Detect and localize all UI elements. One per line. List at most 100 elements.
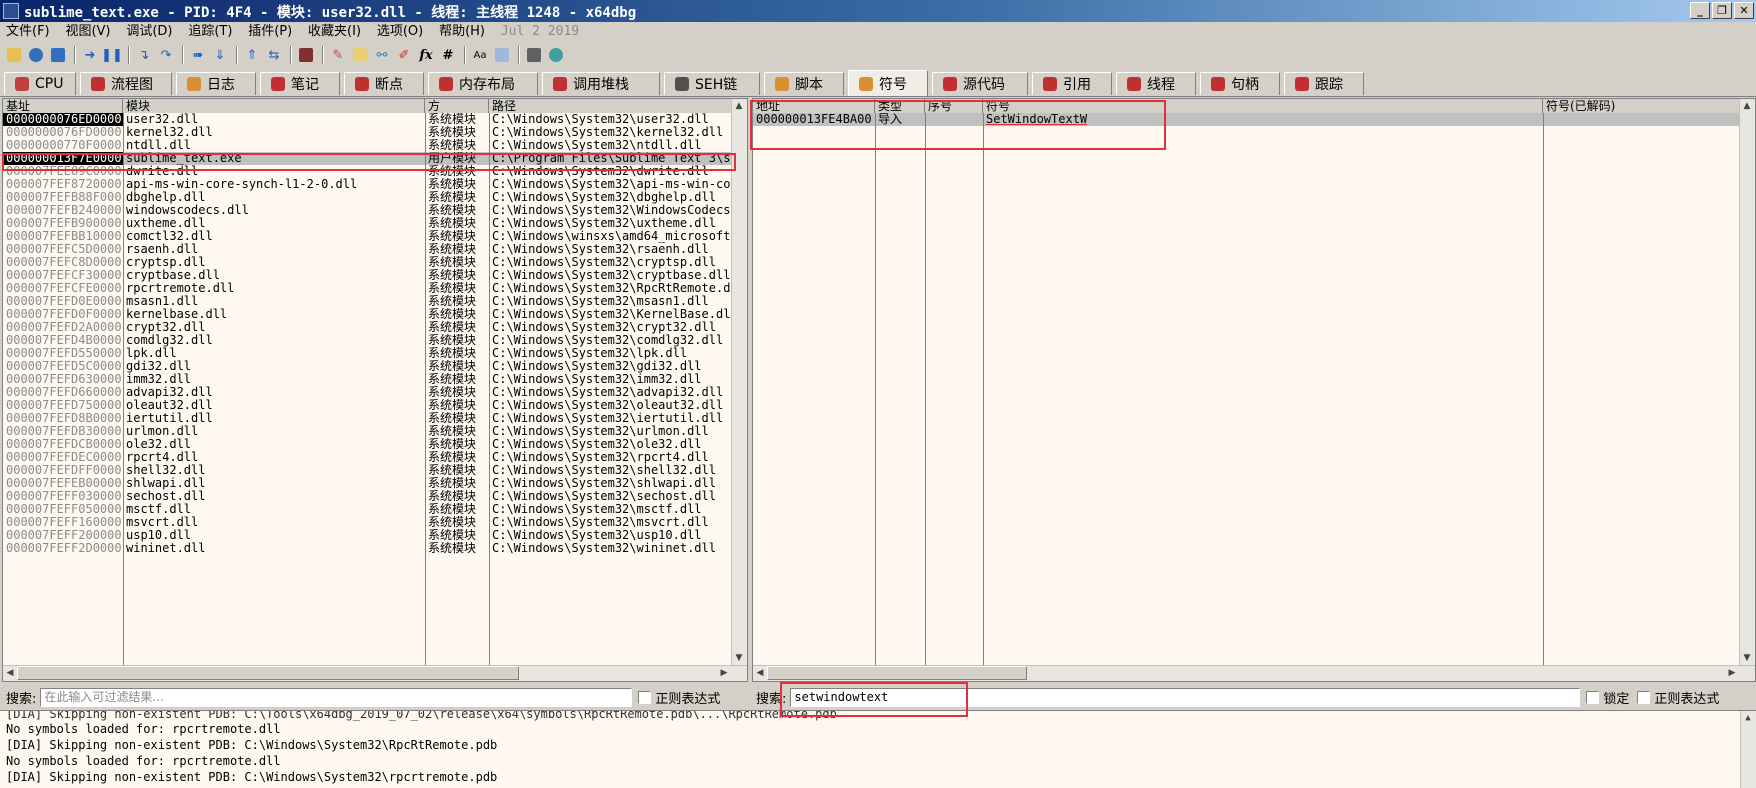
calculator-icon[interactable] xyxy=(524,45,544,65)
close-button[interactable]: ✕ xyxy=(1734,2,1754,19)
col-path[interactable]: 路径 xyxy=(489,99,733,113)
table-row[interactable]: 000000013F7E0000 sublime_text.exe 用户模块 C:\P… xyxy=(3,152,733,165)
table-row[interactable]: 000007FEFDB30000 urlmon.dll 系统模块 C:\Windows… xyxy=(3,425,731,438)
table-row[interactable]: 000007FEFD660000 advapi32.dll 系统模块 C:\Windo… xyxy=(3,386,731,399)
scroll-down-icon[interactable]: ▼ xyxy=(1740,651,1754,665)
table-row[interactable]: 000007FEFD8B0000 iertutil.dll 系统模块 C:\Windo… xyxy=(3,412,731,425)
regex-checkbox[interactable] xyxy=(638,690,652,704)
table-row[interactable]: 000007FEFD2A0000 crypt32.dll 系统模块 C:\Window… xyxy=(3,321,731,334)
table-row[interactable]: 000007FEFF030000 sechost.dll 系统模块 C:\Window… xyxy=(3,490,731,503)
tab-breakpoints[interactable]: 断点 xyxy=(344,72,424,95)
table-row[interactable]: 000007FEFDFF0000 shell32.dll 系统模块 C:\Window… xyxy=(3,464,731,477)
menu-file[interactable]: 文件(F) xyxy=(0,22,56,42)
symbols-vscroll[interactable]: ▲ ▼ xyxy=(1739,99,1755,665)
symbols-hscroll[interactable]: ◀ ▶ xyxy=(753,665,1755,681)
table-row[interactable]: 000007FEFB240000 windowscodecs.dll 系统模块 C:\… xyxy=(3,204,733,217)
restore-button[interactable]: ❐ xyxy=(1712,2,1732,19)
modules-search-input[interactable]: 在此输入可过滤结果... xyxy=(40,687,633,707)
scroll-thumb[interactable] xyxy=(17,666,519,680)
table-row[interactable]: 000007FEFDCB0000 ole32.dll 系统模块 C:\Windows\… xyxy=(3,438,731,451)
tab-trace[interactable]: 跟踪 xyxy=(1284,72,1364,95)
tab-references[interactable]: 引用 xyxy=(1032,72,1112,95)
scroll-up-icon[interactable]: ▲ xyxy=(732,99,746,113)
comment-icon[interactable]: ✎ xyxy=(328,45,348,65)
minimize-button[interactable]: _ xyxy=(1690,2,1710,19)
menu-help[interactable]: 帮助(H) xyxy=(433,22,491,42)
step-over-icon[interactable]: ↷ xyxy=(156,45,176,65)
col-address[interactable]: 地址 xyxy=(753,99,875,113)
table-row[interactable]: 000007FEFD630000 imm32.dll 系统模块 C:\Windows\… xyxy=(3,373,731,386)
table-row[interactable]: 000007FEFF160000 msvcrt.dll 系统模块 C:\Windows… xyxy=(3,516,731,529)
execute-till-return-icon[interactable]: ⇑ xyxy=(242,45,262,65)
scroll-up-icon[interactable]: ▲ xyxy=(1740,99,1754,113)
table-row[interactable]: 000007FEFDEC0000 rpcrt4.dll 系统模块 C:\Windows… xyxy=(3,451,731,464)
table-row[interactable]: 000007FEFF050000 msctf.dll 系统模块 C:\Windows\… xyxy=(3,503,731,516)
table-row[interactable]: 00000000770F0000 ntdll.dll 系统模块 C:\Windows\… xyxy=(3,139,731,152)
table-row[interactable]: 000007FEF8720000 api-ms-win-core-synch-l1… xyxy=(3,178,733,191)
strings-icon[interactable]: Aa xyxy=(470,45,490,65)
scylla-icon[interactable] xyxy=(296,45,316,65)
scroll-down-icon[interactable]: ▼ xyxy=(732,651,746,665)
tab-handles[interactable]: 句柄 xyxy=(1200,72,1280,95)
table-row[interactable]: 0000000076ED0000 user32.dll 系统模块 C:\Windows… xyxy=(3,113,731,126)
table-row[interactable]: 000007FEFD5C0000 gdi32.dll 系统模块 C:\Windows\… xyxy=(3,360,731,373)
table-row[interactable]: 000007FEFCF30000 cryptbase.dll 系统模块 C:\Wind… xyxy=(3,269,731,282)
table-row[interactable]: 0000000076FD0000 kernel32.dll 系统模块 C:\Windo… xyxy=(3,126,731,139)
run-to-user-code-icon[interactable]: ⇆ xyxy=(264,45,284,65)
scroll-left-icon[interactable]: ◀ xyxy=(3,666,17,680)
trace-into-icon[interactable]: ➠ xyxy=(188,45,208,65)
menu-debug[interactable]: 调试(D) xyxy=(120,22,178,42)
log-vscroll[interactable]: ▲ xyxy=(1740,711,1756,788)
menu-options[interactable]: 选项(O) xyxy=(371,22,429,42)
symbols-search-input[interactable]: setwindowtext xyxy=(790,687,1581,707)
table-row[interactable]: 000007FEFEB00000 shlwapi.dll 系统模块 C:\Window… xyxy=(3,477,731,490)
col-symbol-decoded[interactable]: 符号(已解码) xyxy=(1543,99,1741,113)
scroll-left-icon[interactable]: ◀ xyxy=(753,666,767,680)
table-row[interactable]: 000007FEFD550000 lpk.dll 系统模块 C:\Windows\Sy… xyxy=(3,347,731,360)
table-row[interactable]: 000007FEFF2D0000 wininet.dll 系统模块 C:\Window… xyxy=(3,542,731,555)
table-row[interactable]: 000007FEFD0E0000 msasn1.dll 系统模块 C:\Windows… xyxy=(3,295,731,308)
tab-source[interactable]: 源代码 xyxy=(932,72,1028,95)
table-row[interactable]: 000007FEFF200000 usp10.dll 系统模块 C:\Windows\… xyxy=(3,529,731,542)
tab-memory-map[interactable]: 内存布局 xyxy=(428,72,538,95)
hash-icon[interactable]: # xyxy=(438,45,458,65)
globe-icon[interactable] xyxy=(546,45,566,65)
col-base[interactable]: 基址 xyxy=(3,99,123,113)
menu-view[interactable]: 视图(V) xyxy=(59,22,116,42)
scroll-up-icon[interactable]: ▲ xyxy=(1741,711,1755,725)
highlight-icon[interactable]: ✐ xyxy=(394,45,414,65)
patch-icon[interactable] xyxy=(492,45,512,65)
table-row[interactable]: 000007FEE89C0000 dwrite.dll 系统模块 C:\Windows… xyxy=(3,165,731,178)
bookmark-icon[interactable]: ⚯ xyxy=(372,45,392,65)
tab-script[interactable]: 脚本 xyxy=(764,72,844,95)
col-module[interactable]: 模块 xyxy=(123,99,425,113)
modules-hscroll[interactable]: ◀ ▶ xyxy=(3,665,747,681)
table-row[interactable]: 000007FEFC8D0000 cryptsp.dll 系统模块 C:\Window… xyxy=(3,256,731,269)
tab-threads[interactable]: 线程 xyxy=(1116,72,1196,95)
scroll-right-icon[interactable]: ▶ xyxy=(1725,666,1739,680)
table-row[interactable]: 000007FEFB900000 uxtheme.dll 系统模块 C:\Window… xyxy=(3,217,731,230)
col-party[interactable]: 方 xyxy=(425,99,489,113)
trace-over-icon[interactable]: ⇓ xyxy=(210,45,230,65)
stop-icon[interactable] xyxy=(48,45,68,65)
table-row[interactable]: 000007FEFD0F0000 kernelbase.dll 系统模块 C:\Win… xyxy=(3,308,733,321)
restart-icon[interactable] xyxy=(26,45,46,65)
table-row[interactable]: 000007FEFB88F000 dbghelp.dll 系统模块 C:\Window… xyxy=(3,191,731,204)
menu-favourites[interactable]: 收藏夹(I) xyxy=(302,22,367,42)
table-row[interactable]: 000007FEFBB10000 comctl32.dll 系统模块 C:\Windo… xyxy=(3,230,733,243)
pause-icon[interactable]: ❚❚ xyxy=(101,45,123,65)
tab-seh-chain[interactable]: SEH链 xyxy=(664,72,760,95)
scroll-thumb[interactable] xyxy=(767,666,1027,680)
run-icon[interactable]: ➜ xyxy=(80,45,100,65)
tab-notes[interactable]: 笔记 xyxy=(260,72,340,95)
modules-vscroll[interactable]: ▲ ▼ xyxy=(731,99,747,665)
table-row[interactable]: 000007FEFD750000 oleaut32.dll 系统模块 C:\Windo… xyxy=(3,399,731,412)
label-icon[interactable] xyxy=(350,45,370,65)
tab-call-stack[interactable]: 调用堆栈 xyxy=(542,72,660,95)
regex-checkbox[interactable] xyxy=(1637,690,1651,704)
scroll-right-icon[interactable]: ▶ xyxy=(717,666,731,680)
tab-graph[interactable]: 流程图 xyxy=(80,72,172,95)
function-icon[interactable]: fx xyxy=(416,45,436,65)
col-symbol[interactable]: 符号 xyxy=(983,99,1543,113)
tab-cpu[interactable]: CPU xyxy=(4,72,76,95)
